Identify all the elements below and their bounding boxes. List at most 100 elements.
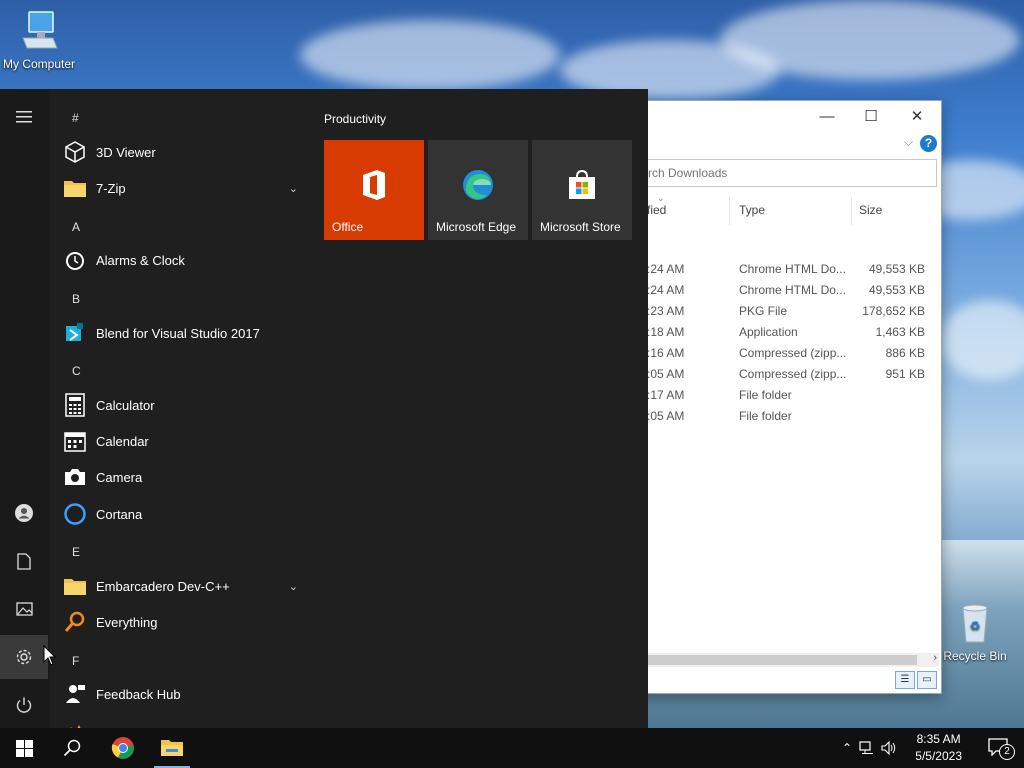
clock-date: 5/5/2023 — [915, 749, 962, 763]
app-7-zip[interactable]: 7-Zip ⌄ — [62, 171, 306, 205]
start-rail — [0, 89, 50, 728]
table-row[interactable]: :18 AM Application 1,463 KB — [611, 322, 933, 343]
app-calculator[interactable]: Calculator — [62, 388, 306, 422]
action-center-button[interactable]: 2 — [988, 736, 1015, 760]
table-row[interactable]: :05 AM Compressed (zipp... 951 KB — [611, 364, 933, 385]
tile-label: Microsoft Edge — [436, 220, 517, 234]
app-label: Embarcadero Dev-C++ — [96, 578, 230, 594]
tile-microsoft-edge[interactable]: Microsoft Edge — [428, 140, 528, 240]
documents-icon[interactable] — [0, 539, 48, 583]
app-label: Everything — [96, 614, 158, 630]
search-downloads-input[interactable] — [619, 159, 937, 187]
desktop-icon-label: Recycle Bin — [943, 649, 1007, 663]
folder-icon — [62, 175, 88, 201]
start-button[interactable] — [0, 728, 48, 768]
table-row[interactable]: :23 AM PKG File 178,652 KB — [611, 301, 933, 322]
alarm-clock-icon — [62, 247, 88, 273]
network-icon[interactable] — [856, 741, 878, 755]
app-feedback-hub[interactable]: Feedback Hub — [62, 677, 306, 711]
chevron-up-icon[interactable]: ⌃ — [838, 741, 856, 755]
computer-icon — [22, 11, 58, 49]
app-everything[interactable]: Everything — [62, 605, 306, 639]
column-type[interactable]: Type — [739, 203, 765, 217]
details-view-icon[interactable]: ☰ — [895, 671, 915, 689]
view-buttons: ☰ ▭ — [893, 669, 937, 689]
chevron-down-icon[interactable]: ⌵ — [904, 135, 913, 150]
cube-icon — [62, 139, 88, 165]
horizontal-scrollbar[interactable]: › — [647, 652, 939, 667]
taskbar-clock[interactable]: 8:35 AM 5/5/2023 — [915, 731, 962, 765]
tile-office[interactable]: Office — [324, 140, 424, 240]
mouse-cursor-icon — [43, 645, 57, 666]
tile-microsoft-store[interactable]: Microsoft Store — [532, 140, 632, 240]
tile-group-title[interactable]: Productivity — [324, 112, 386, 126]
close-button[interactable]: ✕ — [897, 105, 937, 129]
large-icons-view-icon[interactable]: ▭ — [917, 671, 937, 689]
app-label: Alarms & Clock — [96, 252, 185, 268]
start-menu: # 3D Viewer 7-Zip ⌄ A Alarms & Clock B B… — [0, 89, 648, 728]
column-size[interactable]: Size — [859, 203, 882, 217]
app-3d-viewer[interactable]: 3D Viewer — [62, 135, 306, 169]
taskbar-file-explorer-button[interactable] — [148, 728, 196, 768]
user-account-icon[interactable] — [0, 491, 48, 535]
system-tray: ⌃ — [838, 728, 900, 768]
search-button[interactable] — [48, 728, 96, 768]
cortana-ring-icon — [62, 501, 88, 527]
app-icon — [62, 717, 88, 728]
power-icon[interactable] — [0, 683, 48, 727]
camera-icon — [62, 464, 88, 490]
app-partial-next[interactable] — [62, 713, 306, 728]
pictures-icon[interactable] — [0, 587, 48, 631]
app-label: Feedback Hub — [96, 686, 181, 702]
app-label: 3D Viewer — [96, 144, 156, 160]
desktop-icon-my-computer[interactable]: My Computer — [0, 10, 78, 71]
table-row[interactable]: :24 AM Chrome HTML Do... 49,553 KB — [611, 280, 933, 301]
app-calendar[interactable]: Calendar — [62, 424, 306, 458]
explorer-titlebar[interactable]: — ☐ ✕ — [611, 101, 941, 133]
chevron-down-icon[interactable]: ⌄ — [289, 580, 298, 593]
letter-header-f[interactable]: F — [72, 654, 79, 668]
letter-header-b[interactable]: B — [72, 292, 80, 306]
table-row[interactable]: :05 AM File folder — [611, 406, 933, 427]
tile-label: Microsoft Store — [540, 220, 621, 234]
app-label: Camera — [96, 469, 143, 485]
folder-icon — [62, 573, 88, 599]
app-camera[interactable]: Camera — [62, 460, 306, 494]
letter-header-e[interactable]: E — [72, 545, 80, 559]
file-explorer-window[interactable]: — ☐ ✕ ⌵ ? fied ⌄ Type Size :24 AMChrome … — [610, 100, 942, 694]
taskbar-chrome-button[interactable] — [99, 728, 147, 768]
chevron-right-icon[interactable]: › — [933, 652, 937, 664]
settings-gear-icon[interactable] — [0, 635, 48, 679]
table-row[interactable]: :24 AM Chrome HTML Do... 49,553 KB — [611, 259, 933, 280]
desktop-icon-recycle-bin[interactable]: ♻ Recycle Bin — [940, 602, 1010, 663]
table-row[interactable]: :17 AM File folder — [611, 385, 933, 406]
app-cortana[interactable]: Cortana — [62, 497, 306, 531]
scrollbar-thumb[interactable] — [647, 655, 917, 665]
app-list[interactable]: # 3D Viewer 7-Zip ⌄ A Alarms & Clock B B… — [58, 89, 308, 728]
file-list: :24 AM Chrome HTML Do... 49,553 KB :24 AM C… — [611, 259, 933, 427]
letter-header-a[interactable]: A — [72, 220, 80, 234]
letter-header-c[interactable]: C — [72, 364, 81, 378]
minimize-button[interactable]: — — [807, 105, 847, 129]
calculator-icon — [62, 392, 88, 418]
app-embarcadero-devcpp[interactable]: Embarcadero Dev-C++ ⌄ — [62, 569, 306, 603]
column-date-modified[interactable]: fied — [647, 203, 666, 217]
chevron-down-icon[interactable]: ⌄ — [289, 182, 298, 195]
hamburger-menu-icon[interactable] — [0, 95, 48, 139]
volume-icon[interactable] — [878, 741, 900, 755]
windows-logo-icon — [15, 739, 33, 757]
help-icon[interactable]: ? — [920, 135, 937, 152]
app-blend-visual-studio[interactable]: Blend for Visual Studio 2017 — [62, 316, 306, 350]
maximize-button[interactable]: ☐ — [851, 105, 891, 129]
app-label: Calendar — [96, 433, 149, 449]
recycle-bin-icon: ♻ — [962, 604, 988, 643]
table-row[interactable]: :16 AM Compressed (zipp... 886 KB — [611, 343, 933, 364]
magnifier-icon — [62, 609, 88, 635]
search-input[interactable] — [646, 165, 910, 181]
file-explorer-icon — [161, 740, 183, 756]
chrome-icon — [111, 737, 134, 759]
calendar-icon — [62, 428, 88, 454]
app-alarms-clock[interactable]: Alarms & Clock — [62, 243, 306, 277]
blend-icon — [62, 320, 88, 346]
letter-header-hash[interactable]: # — [72, 111, 79, 125]
